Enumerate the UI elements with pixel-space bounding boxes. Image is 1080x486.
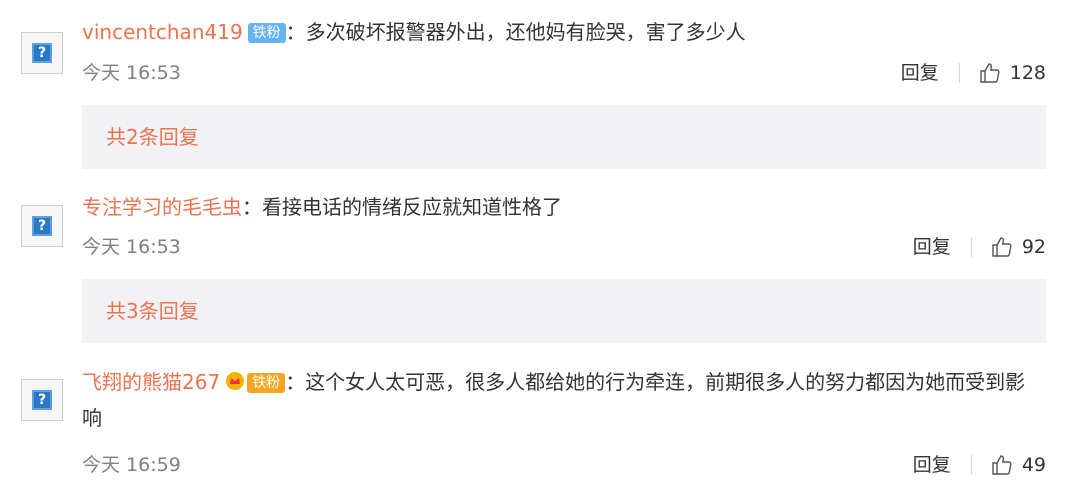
thumbs-up-icon[interactable] (990, 235, 1014, 259)
reply-button[interactable]: 回复 (913, 232, 951, 262)
replies-summary-link[interactable]: 共3条回复 (82, 279, 1046, 343)
separator: ： (242, 195, 262, 219)
divider (958, 63, 960, 83)
comment-body: 飞翔的熊猫267 铁粉 ：这个女人太可恶，很多人都给她的行为牵连，前期很多人的努力都… (82, 364, 1040, 436)
comment-text: 多次破坏报警器外出，还他妈有脸哭，害了多少人 (305, 20, 746, 44)
comment-meta: 今天 16:53 回复 128 (82, 58, 1046, 88)
reply-button[interactable]: 回复 (913, 450, 951, 480)
like-count: 128 (1009, 62, 1046, 84)
username-link[interactable]: 专注学习的毛毛虫 (82, 195, 242, 219)
comment-time: 今天 16:59 (82, 454, 181, 476)
comment-time: 今天 16:53 (82, 236, 181, 258)
comment-time: 今天 16:53 (82, 62, 181, 84)
comment-body: 专注学习的毛毛虫：看接电话的情绪反应就知道性格了 (82, 189, 1046, 225)
comment-text: 这个女人太可恶，很多人都给她的行为牵连，前期很多人的努力都因为她而受到影响 (82, 370, 1026, 430)
comment-body: vincentchan419 铁粉 ：多次破坏报警器外出，还他妈有脸哭，害了多少人 (82, 14, 1046, 50)
username-link[interactable]: 飞翔的熊猫267 (82, 370, 220, 394)
divider (970, 455, 972, 475)
comment-text: 看接电话的情绪反应就知道性格了 (262, 195, 562, 219)
comment-meta: 今天 16:53 回复 92 (82, 232, 1046, 262)
avatar[interactable]: ? (21, 32, 63, 74)
separator: ： (285, 20, 306, 44)
comment-meta: 今天 16:59 回复 49 (82, 450, 1046, 480)
replies-summary-link[interactable]: 共2条回复 (82, 105, 1046, 169)
thumbs-up-icon[interactable] (990, 453, 1014, 477)
divider (970, 237, 972, 257)
avatar[interactable]: ? (21, 379, 63, 421)
comment-actions: 回复 92 (913, 232, 1046, 262)
broken-image-icon: ? (32, 216, 52, 236)
broken-image-icon: ? (32, 390, 52, 410)
fan-badge: 铁粉 (247, 23, 286, 43)
fan-badge: 铁粉 (247, 373, 286, 393)
broken-image-icon: ? (32, 43, 52, 63)
like-count: 49 (1021, 454, 1046, 476)
thumbs-up-icon[interactable] (978, 61, 1002, 85)
separator: ： (285, 370, 306, 394)
comment-actions: 回复 128 (901, 58, 1046, 88)
reply-button[interactable]: 回复 (901, 58, 939, 88)
avatar[interactable]: ? (21, 205, 63, 247)
comment-actions: 回复 49 (913, 450, 1046, 480)
like-count: 92 (1021, 236, 1046, 258)
crown-icon (226, 372, 245, 390)
username-link[interactable]: vincentchan419 (82, 20, 243, 44)
